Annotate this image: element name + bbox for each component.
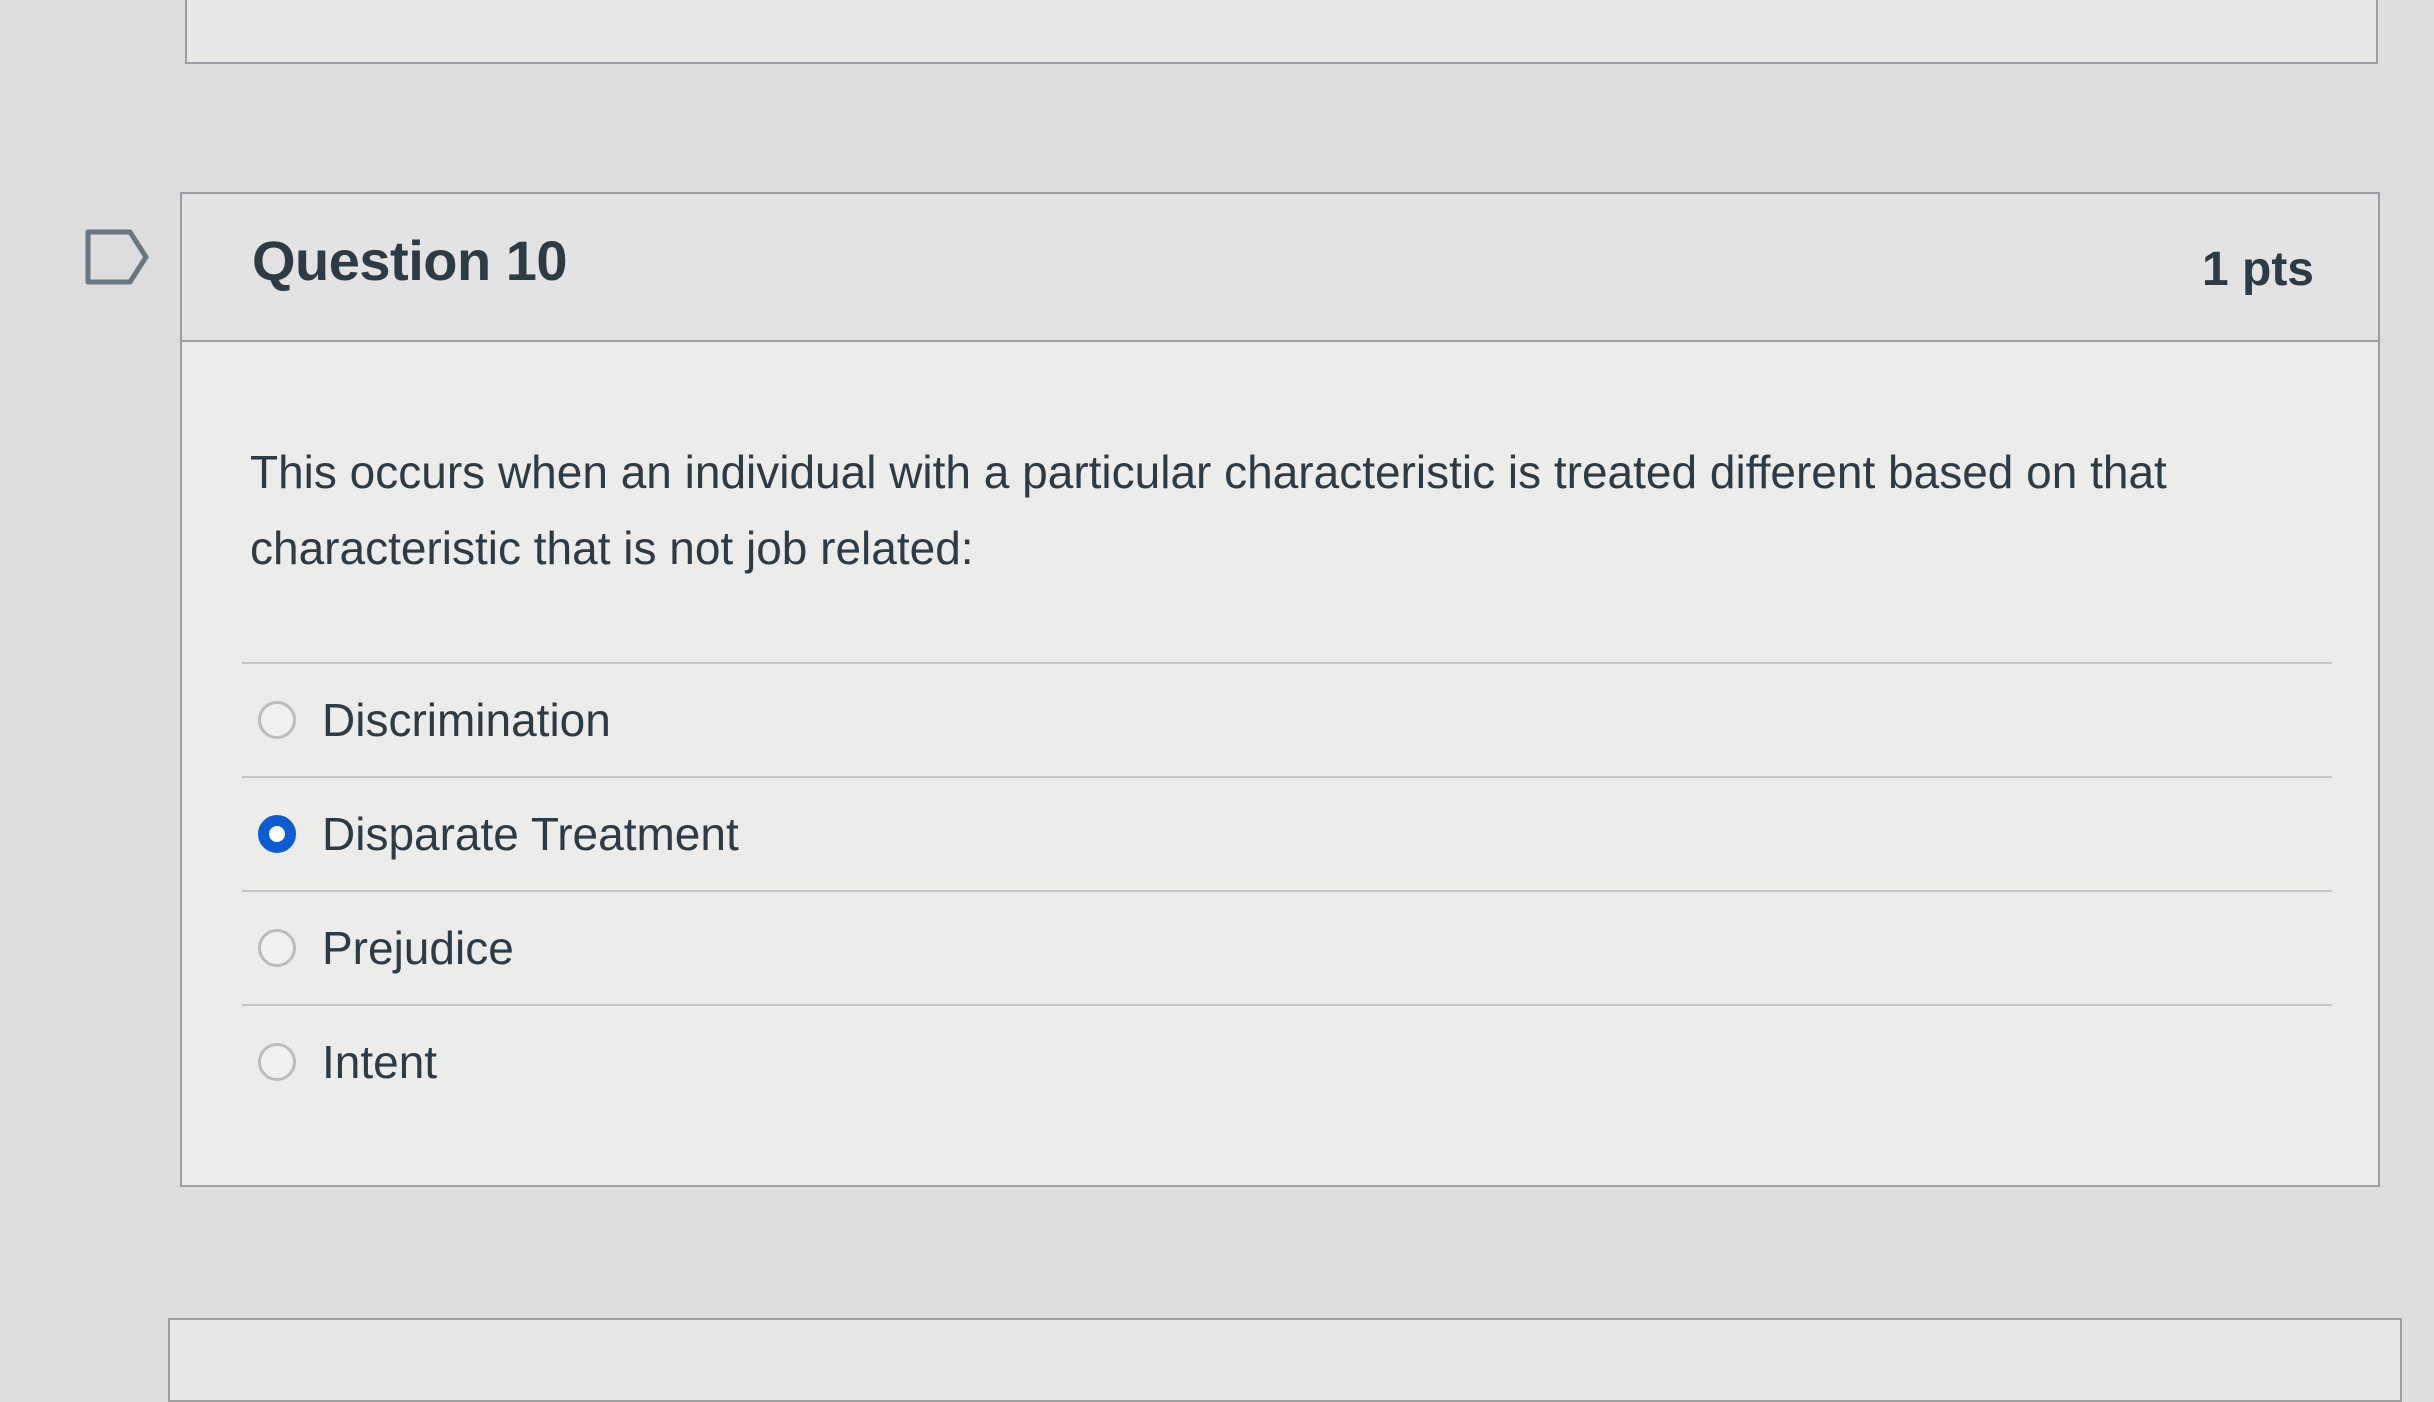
answer-label: Discrimination — [322, 694, 611, 746]
next-question-card — [168, 1318, 2402, 1402]
question-points: 1 pts — [2201, 243, 2314, 296]
question-text: This occurs when an individual with a pa… — [250, 446, 2167, 574]
answer-list: Discrimination Disparate Treatment Preju… — [242, 662, 2332, 1118]
radio-checked-icon[interactable] — [258, 815, 296, 853]
question-title: Question 10 — [252, 229, 568, 292]
radio-unchecked-icon[interactable] — [258, 929, 296, 967]
answer-label: Intent — [322, 1036, 438, 1088]
answer-option-disparate-treatment[interactable]: Disparate Treatment — [242, 776, 2332, 890]
answer-label: Prejudice — [322, 922, 514, 974]
radio-unchecked-icon[interactable] — [258, 701, 296, 739]
answer-option-discrimination[interactable]: Discrimination — [242, 662, 2332, 776]
answer-option-prejudice[interactable]: Prejudice — [242, 890, 2332, 1004]
answer-option-intent[interactable]: Intent — [242, 1004, 2332, 1118]
radio-unchecked-icon[interactable] — [258, 1043, 296, 1081]
question-header: Question 10 1 pts — [182, 194, 2378, 342]
flag-question-icon[interactable] — [84, 228, 152, 286]
previous-question-card — [185, 0, 2378, 64]
question-card: Question 10 1 pts This occurs when an in… — [180, 192, 2380, 1187]
answer-label: Disparate Treatment — [322, 808, 739, 860]
